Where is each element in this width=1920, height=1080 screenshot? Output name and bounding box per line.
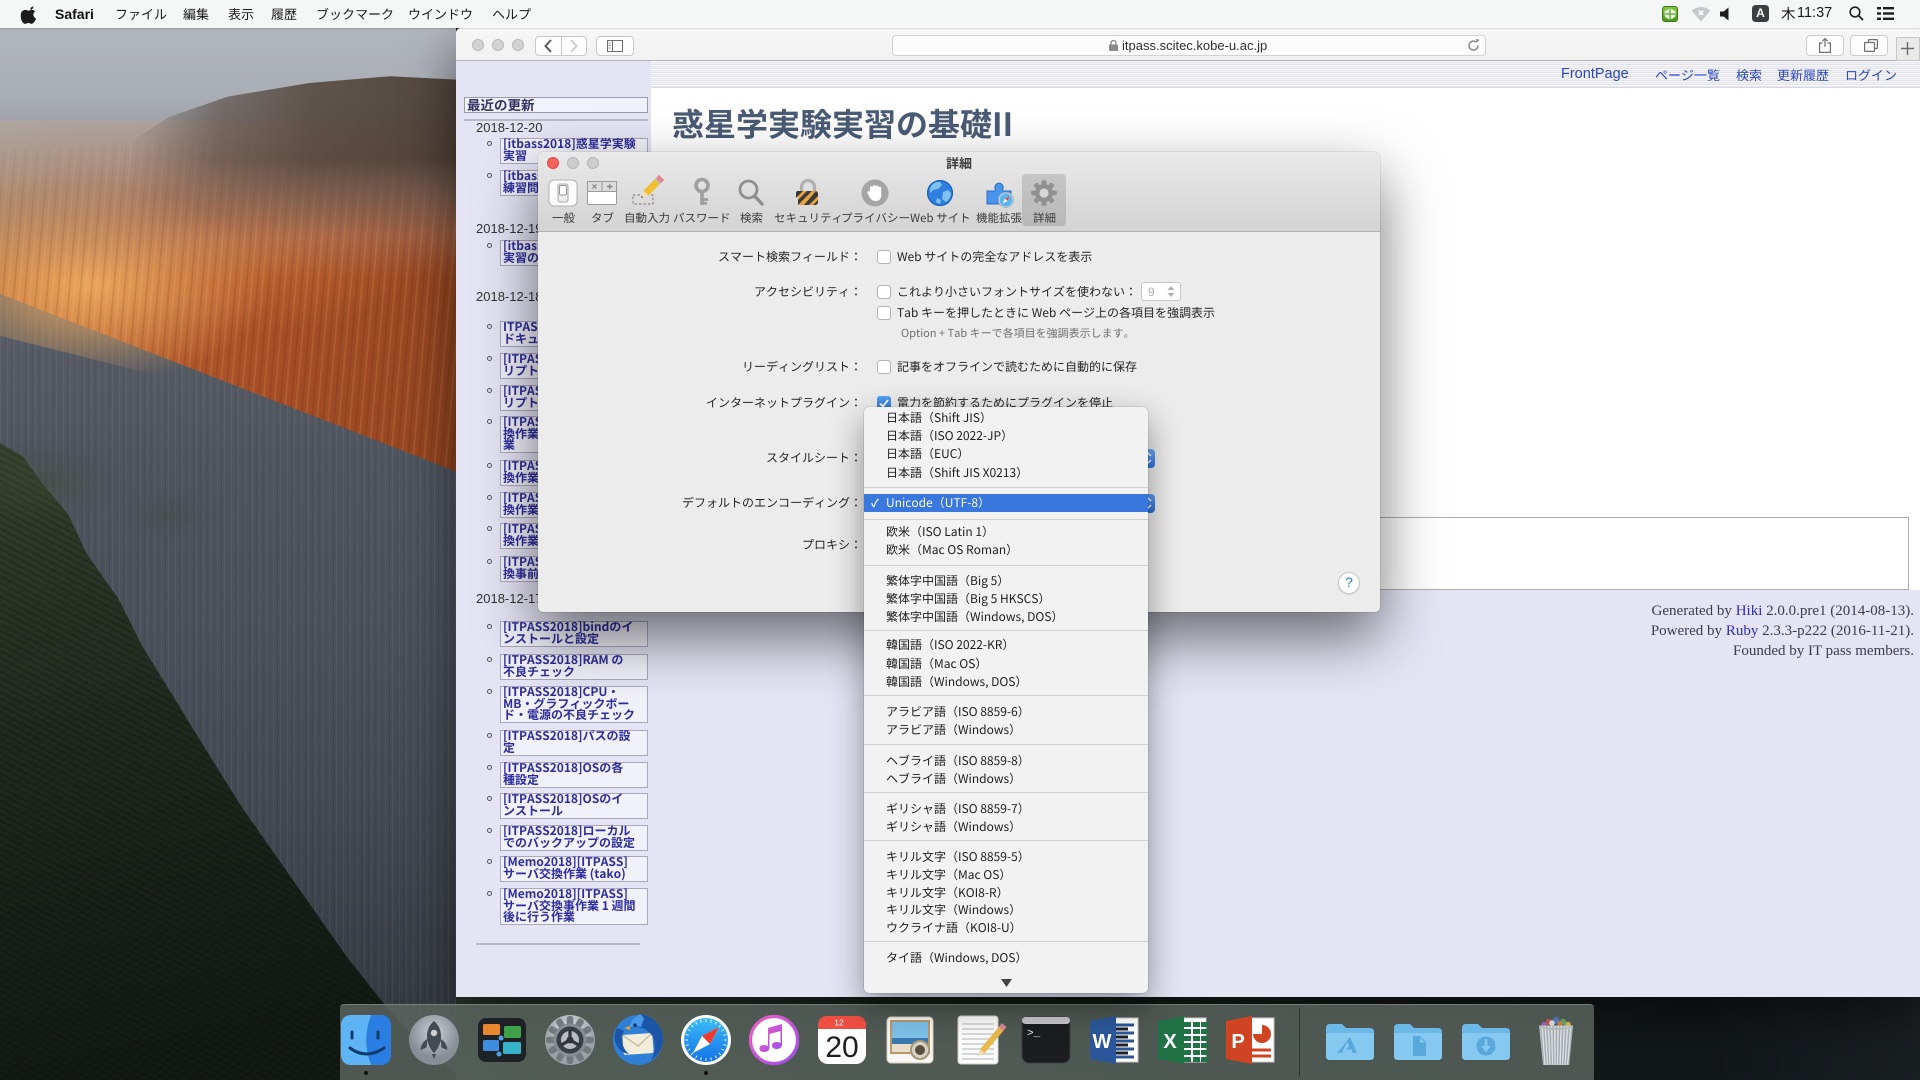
svg-text:>_: >_ bbox=[1027, 1028, 1041, 1040]
svg-text:X: X bbox=[1163, 1031, 1177, 1053]
svg-text:20: 20 bbox=[825, 1031, 858, 1064]
svg-text:12: 12 bbox=[834, 1018, 844, 1028]
svg-text:P: P bbox=[1231, 1031, 1244, 1053]
svg-text:W: W bbox=[1093, 1031, 1112, 1053]
